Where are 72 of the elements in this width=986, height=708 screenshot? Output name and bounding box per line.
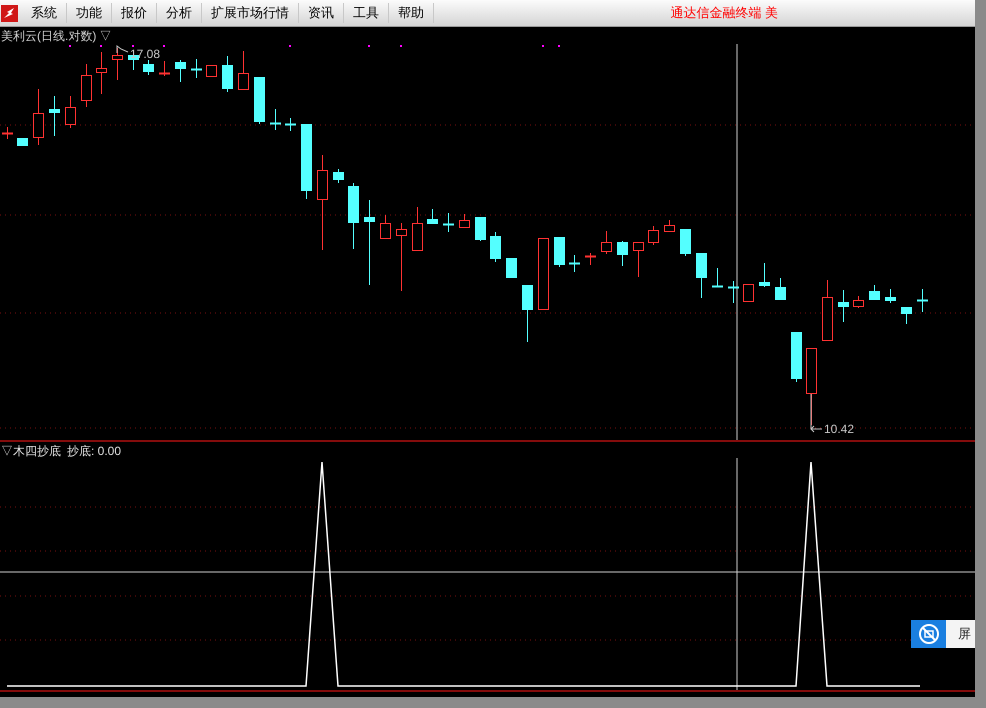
- candlestick: [743, 284, 754, 302]
- menu-item[interactable]: 系统: [22, 3, 67, 23]
- candlestick: [191, 58, 202, 78]
- candlestick: [853, 296, 864, 308]
- candlestick: [901, 306, 912, 324]
- candlestick: [869, 284, 880, 300]
- candlestick: [885, 288, 896, 304]
- candlestick: [664, 220, 675, 232]
- candlestick: [380, 214, 391, 239]
- candlestick: [775, 278, 786, 300]
- candlestick: [270, 108, 281, 130]
- indicator-title: ▽木四抄底: [1, 443, 61, 460]
- candlestick: [522, 284, 533, 342]
- candlestick: [443, 212, 454, 232]
- app-title: 通达信金融终端 美: [670, 4, 778, 22]
- chart-title: 美利云(日线.对数) ▽: [1, 28, 112, 45]
- candlestick: [554, 236, 565, 268]
- candlestick: [633, 242, 644, 278]
- candlestick: [206, 64, 217, 77]
- leader-line: [116, 45, 128, 54]
- candlestick: [81, 64, 92, 108]
- candlestick: [648, 226, 659, 246]
- candlestick: [49, 96, 60, 136]
- candlestick: [175, 60, 186, 82]
- indicator-reading: 抄底: 0.00: [67, 443, 122, 460]
- candlestick: [585, 252, 596, 266]
- candlestick: [96, 52, 107, 94]
- high-price-label: 17.08: [130, 47, 160, 61]
- candlestick: [112, 48, 123, 80]
- candlestick: [412, 206, 423, 251]
- candlestick: [285, 118, 296, 132]
- candlestick: [238, 50, 249, 90]
- candlestick: [459, 214, 470, 228]
- candlestick: [506, 258, 517, 278]
- candlestick: [348, 182, 359, 250]
- candlestick: [396, 222, 407, 292]
- toolbar-button[interactable]: 屏: [911, 620, 975, 648]
- candlestick: [680, 228, 691, 256]
- candlestick: [17, 138, 28, 146]
- candlestick: [569, 254, 580, 272]
- candlestick: [822, 280, 833, 341]
- menu-item[interactable]: 分析: [157, 3, 202, 23]
- candlestick: [617, 240, 628, 266]
- leader-line: [810, 394, 822, 432]
- blocked-screen-icon: [911, 620, 946, 648]
- candlestick: [159, 60, 170, 76]
- candlestick: [917, 288, 928, 312]
- menu-item[interactable]: 报价: [112, 3, 157, 23]
- menu-item[interactable]: 扩展市场行情: [202, 3, 299, 23]
- candlestick: [254, 76, 265, 124]
- candlestick: [475, 216, 486, 242]
- menu-item[interactable]: 功能: [67, 3, 112, 23]
- candlestick: [143, 60, 154, 76]
- candlestick: [33, 88, 44, 146]
- menu-item[interactable]: 工具: [344, 3, 389, 23]
- candlestick: [2, 126, 13, 140]
- candlestick: [601, 230, 612, 254]
- candlestick: [490, 232, 501, 262]
- candlestick: [791, 332, 802, 382]
- candlestick: [696, 252, 707, 298]
- candlestick: [759, 262, 770, 288]
- menu-item[interactable]: 帮助: [389, 3, 434, 23]
- candlestick: [65, 96, 76, 128]
- low-price-label: 10.42: [824, 422, 854, 436]
- candlestick: [427, 208, 438, 224]
- candlestick: [712, 268, 723, 288]
- candlestick: [838, 290, 849, 322]
- app-logo-icon[interactable]: [1, 4, 18, 22]
- menu-item[interactable]: 资讯: [299, 3, 344, 23]
- candlestick: [222, 56, 233, 92]
- candlestick: [728, 280, 739, 304]
- candlestick: [333, 168, 344, 184]
